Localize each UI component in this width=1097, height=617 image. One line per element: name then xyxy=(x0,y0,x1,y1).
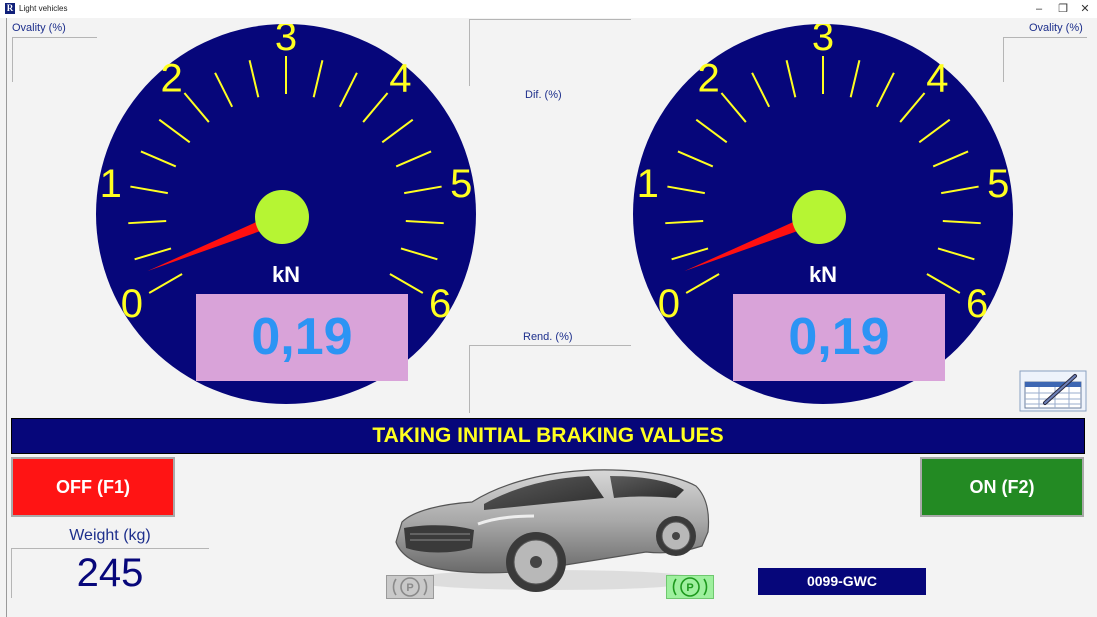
status-banner: TAKING INITIAL BRAKING VALUES xyxy=(11,418,1085,454)
left-force-gauge: 0 1 2 3 4 5 6 kN 0,19 xyxy=(82,24,490,416)
license-plate: 0099-GWC xyxy=(758,568,926,595)
weight-label: Weight (kg) xyxy=(69,527,151,544)
window-left-border xyxy=(6,18,7,617)
restore-button[interactable]: ❐ xyxy=(1052,1,1074,17)
gauge-scale-label: 3 xyxy=(812,24,834,59)
gauge-scale-label: 6 xyxy=(429,282,451,326)
right-force-readout: 0,19 xyxy=(733,294,945,381)
on-button[interactable]: ON (F2) xyxy=(920,457,1084,517)
report-table-pen-icon[interactable] xyxy=(1019,370,1087,412)
window-title: Light vehicles xyxy=(19,4,68,13)
gauge-unit-label: kN xyxy=(272,262,300,287)
right-force-gauge: 0 1 2 3 4 5 6 kN 0,19 xyxy=(619,24,1027,416)
dif-box xyxy=(469,19,631,86)
gauge-hub xyxy=(792,190,846,244)
left-parking-brake-indicator: P xyxy=(386,575,434,599)
left-force-readout: 0,19 xyxy=(196,294,408,381)
rend-box xyxy=(469,345,631,413)
gauge-scale-label: 1 xyxy=(637,162,659,206)
app-logo-icon: R xyxy=(5,3,15,14)
gauge-scale-label: 1 xyxy=(100,162,122,206)
gauge-scale-label: 0 xyxy=(121,282,143,326)
left-ovality-label: Ovality (%) xyxy=(12,22,66,34)
gauge-scale-label: 2 xyxy=(697,57,719,101)
gauge-scale-label: 5 xyxy=(450,162,472,206)
right-ovality-label: Ovality (%) xyxy=(1029,22,1083,34)
gauge-scale-label: 5 xyxy=(987,162,1009,206)
svg-text:P: P xyxy=(686,582,693,594)
close-button[interactable]: ✕ xyxy=(1074,1,1096,17)
weight-value: 245 xyxy=(76,551,144,595)
gauge-scale-label: 4 xyxy=(389,57,411,101)
off-button[interactable]: OFF (F1) xyxy=(11,457,175,517)
right-parking-brake-indicator: P xyxy=(666,575,714,599)
gauge-scale-label: 0 xyxy=(658,282,680,326)
gauge-scale-label: 6 xyxy=(966,282,988,326)
gauge-unit-label: kN xyxy=(809,262,837,287)
title-bar: R Light vehicles – ❐ ✕ xyxy=(0,0,1097,18)
minimize-button[interactable]: – xyxy=(1028,1,1050,17)
gauge-scale-label: 2 xyxy=(160,57,182,101)
gauge-hub xyxy=(255,190,309,244)
dif-label: Dif. (%) xyxy=(525,89,562,101)
rend-label: Rend. (%) xyxy=(523,331,573,343)
gauge-scale-label: 3 xyxy=(275,24,297,59)
svg-text:P: P xyxy=(406,582,413,594)
gauge-scale-label: 4 xyxy=(926,57,948,101)
